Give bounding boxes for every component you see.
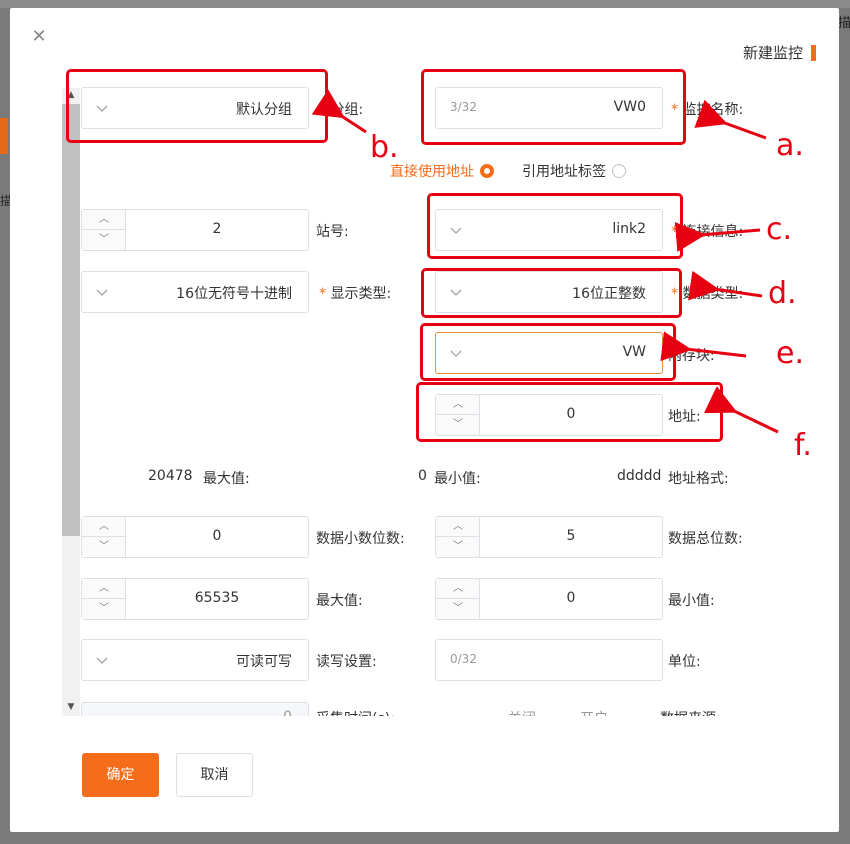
- annotation-arrows: [311, 89, 779, 434]
- arrow-c: [674, 222, 761, 252]
- annotation-label-e: e.: [776, 336, 804, 371]
- annotation-label-f: f.: [794, 428, 812, 463]
- arrow-f: [703, 386, 779, 434]
- annotation-label-a: a.: [776, 128, 804, 163]
- annotation-label-b: b.: [370, 130, 399, 165]
- arrow-e: [660, 331, 747, 362]
- arrow-a: [694, 99, 767, 140]
- annotation-label-d: d.: [768, 276, 797, 311]
- arrow-d: [688, 270, 763, 301]
- annotation-label-c: c.: [766, 212, 793, 247]
- arrow-b: [311, 89, 367, 134]
